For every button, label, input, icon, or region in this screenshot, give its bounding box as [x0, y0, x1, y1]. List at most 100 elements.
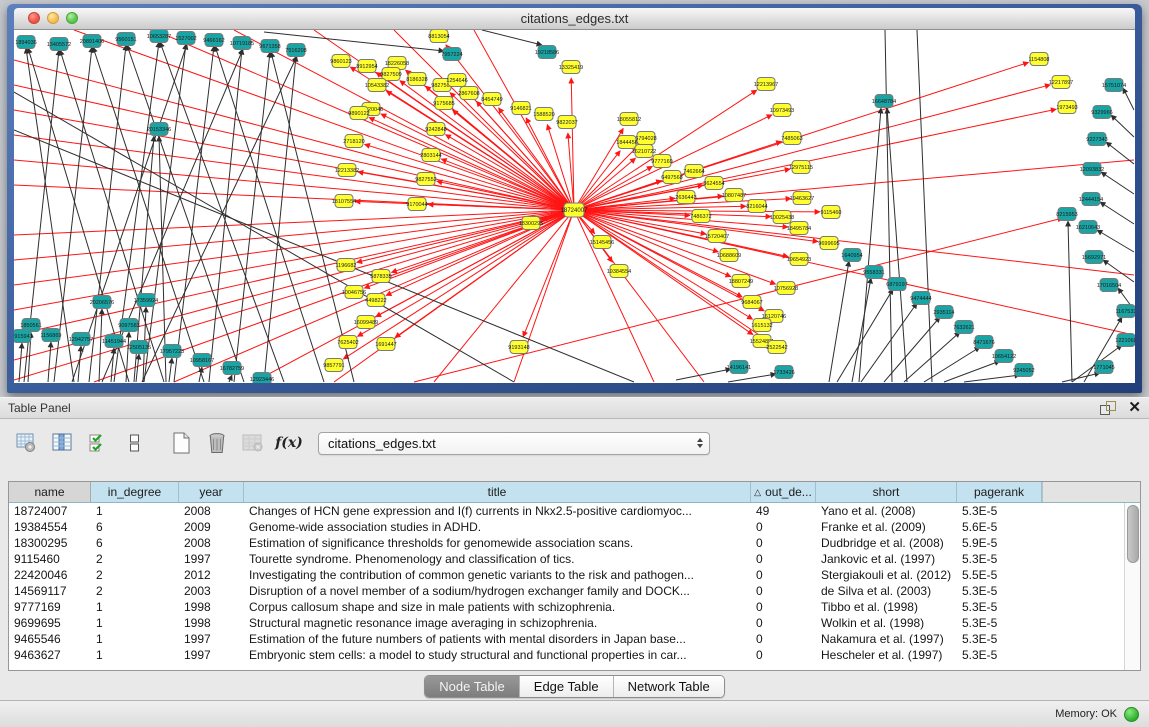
close-button[interactable] [28, 12, 40, 24]
table-row[interactable]: 969969511998Structural magnetic resonanc… [9, 615, 1140, 631]
network-window-titlebar[interactable]: citations_edges.txt [14, 8, 1135, 30]
graph-node[interactable]: 12217897 [1049, 76, 1073, 89]
graph-node[interactable]: 10046756 [342, 286, 366, 299]
close-icon[interactable]: ✕ [1128, 401, 1141, 415]
graph-node[interactable]: 1154808 [1028, 53, 1049, 66]
cell-title[interactable]: Changes of HCN gene expression and I(f) … [244, 503, 751, 519]
graph-node[interactable]: 8215953 [1056, 208, 1077, 221]
cell-pagerank[interactable]: 5.3E-5 [957, 583, 1042, 599]
graph-node[interactable]: 17016504 [1097, 279, 1121, 292]
cell-short[interactable]: Franke et al. (2009) [816, 519, 957, 535]
graph-node[interactable]: 12213967 [754, 78, 778, 91]
graph-node[interactable]: 7516208 [285, 44, 306, 57]
graph-node[interactable]: 18495784 [787, 222, 811, 235]
cell-title[interactable]: Corpus callosum shape and size in male p… [244, 599, 751, 615]
graph-node[interactable]: 15692971 [1082, 251, 1106, 264]
graph-node[interactable]: 10543382 [365, 79, 389, 92]
cell-year[interactable]: 2008 [179, 535, 244, 551]
graph-node[interactable]: 2935114 [933, 306, 954, 319]
graph-node[interactable]: 10654122 [992, 350, 1016, 363]
graph-node[interactable]: 10688609 [717, 249, 741, 262]
cell-year[interactable]: 2012 [179, 567, 244, 583]
cell-in_degree[interactable]: 1 [91, 631, 179, 647]
graph-node[interactable]: 9242848 [425, 123, 446, 136]
cell-short[interactable]: Jankovic et al. (1997) [816, 551, 957, 567]
table-row[interactable]: 1456911722003Disruption of a novel membe… [9, 583, 1140, 599]
graph-node[interactable]: 7485063 [781, 132, 802, 145]
graph-node[interactable]: 11451944 [102, 335, 126, 348]
cell-out_de[interactable]: 0 [751, 567, 816, 583]
graph-node[interactable]: 8912954 [356, 60, 377, 73]
graph-node[interactable]: 1196682 [335, 259, 356, 272]
graph-node[interactable]: 19654923 [787, 253, 811, 266]
cell-year[interactable]: 1998 [179, 599, 244, 615]
graph-node[interactable]: 18055812 [617, 113, 641, 126]
graph-node[interactable]: 9170044 [406, 198, 427, 211]
graph-node[interactable]: 1844456 [616, 136, 637, 149]
graph-node[interactable]: 9227343 [1086, 133, 1107, 146]
graph-node[interactable]: 2636443 [675, 191, 696, 204]
graph-node[interactable]: 19218586 [535, 46, 559, 59]
graph-node[interactable]: 2522542 [766, 341, 787, 354]
minimize-button[interactable] [47, 12, 59, 24]
graph-node[interactable]: 9857791 [323, 359, 344, 372]
table-row[interactable]: 1938455462009Genome-wide association stu… [9, 519, 1140, 535]
cell-title[interactable]: Structural magnetic resonance image aver… [244, 615, 751, 631]
graph-node[interactable]: 20153346 [147, 123, 171, 136]
graph-node[interactable]: 8813054 [428, 30, 449, 43]
cell-title[interactable]: Investigating the contribution of common… [244, 567, 751, 583]
graph-node[interactable]: 4498222 [365, 294, 386, 307]
table-row[interactable]: 946362711997Embryonic stem cells: a mode… [9, 647, 1140, 663]
graph-node[interactable]: 6794028 [635, 132, 656, 145]
graph-node[interactable]: 12505135 [127, 341, 151, 354]
graph-node[interactable]: 7486372 [690, 210, 711, 223]
graph-node[interactable]: 8216044 [746, 200, 767, 213]
graph-node[interactable]: 10973493 [770, 104, 794, 117]
graph-node[interactable]: 1167533 [1115, 305, 1135, 318]
graph-node[interactable]: 18300295 [519, 217, 543, 230]
graph-node[interactable]: 12975115 [789, 161, 813, 174]
column-header-year[interactable]: year [179, 482, 244, 502]
graph-node[interactable]: 9329966 [1091, 106, 1112, 119]
tab-edge-table[interactable]: Edge Table [520, 676, 614, 697]
column-header-out_de[interactable]: △out_de... [751, 482, 816, 502]
cell-out_de[interactable]: 0 [751, 519, 816, 535]
graph-node[interactable]: 1615132 [751, 319, 772, 332]
cell-short[interactable]: Wolkin et al. (1998) [816, 615, 957, 631]
graph-node[interactable]: 9822037 [556, 116, 577, 129]
cell-short[interactable]: Dudbridge et al. (2008) [816, 535, 957, 551]
cell-name[interactable]: 9463627 [9, 647, 91, 663]
scrollbar-thumb[interactable] [1127, 505, 1139, 563]
cell-name[interactable]: 22420046 [9, 567, 91, 583]
graph-node[interactable]: 14196141 [727, 361, 751, 374]
show-columns-icon[interactable] [50, 431, 76, 455]
cell-in_degree[interactable]: 6 [91, 535, 179, 551]
graph-node[interactable]: 10756928 [774, 282, 798, 295]
graph-node[interactable]: 16210722 [632, 145, 656, 158]
graph-node[interactable]: 16782759 [220, 362, 244, 375]
cell-pagerank[interactable]: 5.3E-5 [957, 503, 1042, 519]
graph-node[interactable]: 9097583 [118, 319, 139, 332]
cell-year[interactable]: 1998 [179, 615, 244, 631]
cell-out_de[interactable]: 0 [751, 583, 816, 599]
table-row[interactable]: 911546021997Tourette syndrome. Phenomeno… [9, 551, 1140, 567]
cell-name[interactable]: 18300295 [9, 535, 91, 551]
graph-node[interactable]: 12444154 [1079, 193, 1103, 206]
graph-node[interactable]: 6879197 [886, 278, 907, 291]
vertical-scrollbar[interactable] [1124, 503, 1140, 671]
cell-pagerank[interactable]: 5.3E-5 [957, 631, 1042, 647]
cell-pagerank[interactable]: 5.3E-5 [957, 599, 1042, 615]
cell-in_degree[interactable]: 1 [91, 503, 179, 519]
graph-node[interactable]: 8186328 [406, 73, 427, 86]
cell-short[interactable]: de Silva et al. (2003) [816, 583, 957, 599]
graph-node[interactable]: 9699695 [818, 237, 839, 250]
cell-short[interactable]: Yano et al. (2008) [816, 503, 957, 519]
graph-node[interactable]: 15751074 [1102, 79, 1126, 92]
cell-out_de[interactable]: 0 [751, 535, 816, 551]
zoom-button[interactable] [66, 12, 78, 24]
cell-title[interactable]: Estimation of significance thresholds fo… [244, 535, 751, 551]
cell-title[interactable]: Disruption of a novel member of a sodium… [244, 583, 751, 599]
create-table-icon[interactable] [168, 431, 194, 455]
graph-node[interactable]: 19463627 [790, 192, 814, 205]
cell-in_degree[interactable]: 1 [91, 615, 179, 631]
